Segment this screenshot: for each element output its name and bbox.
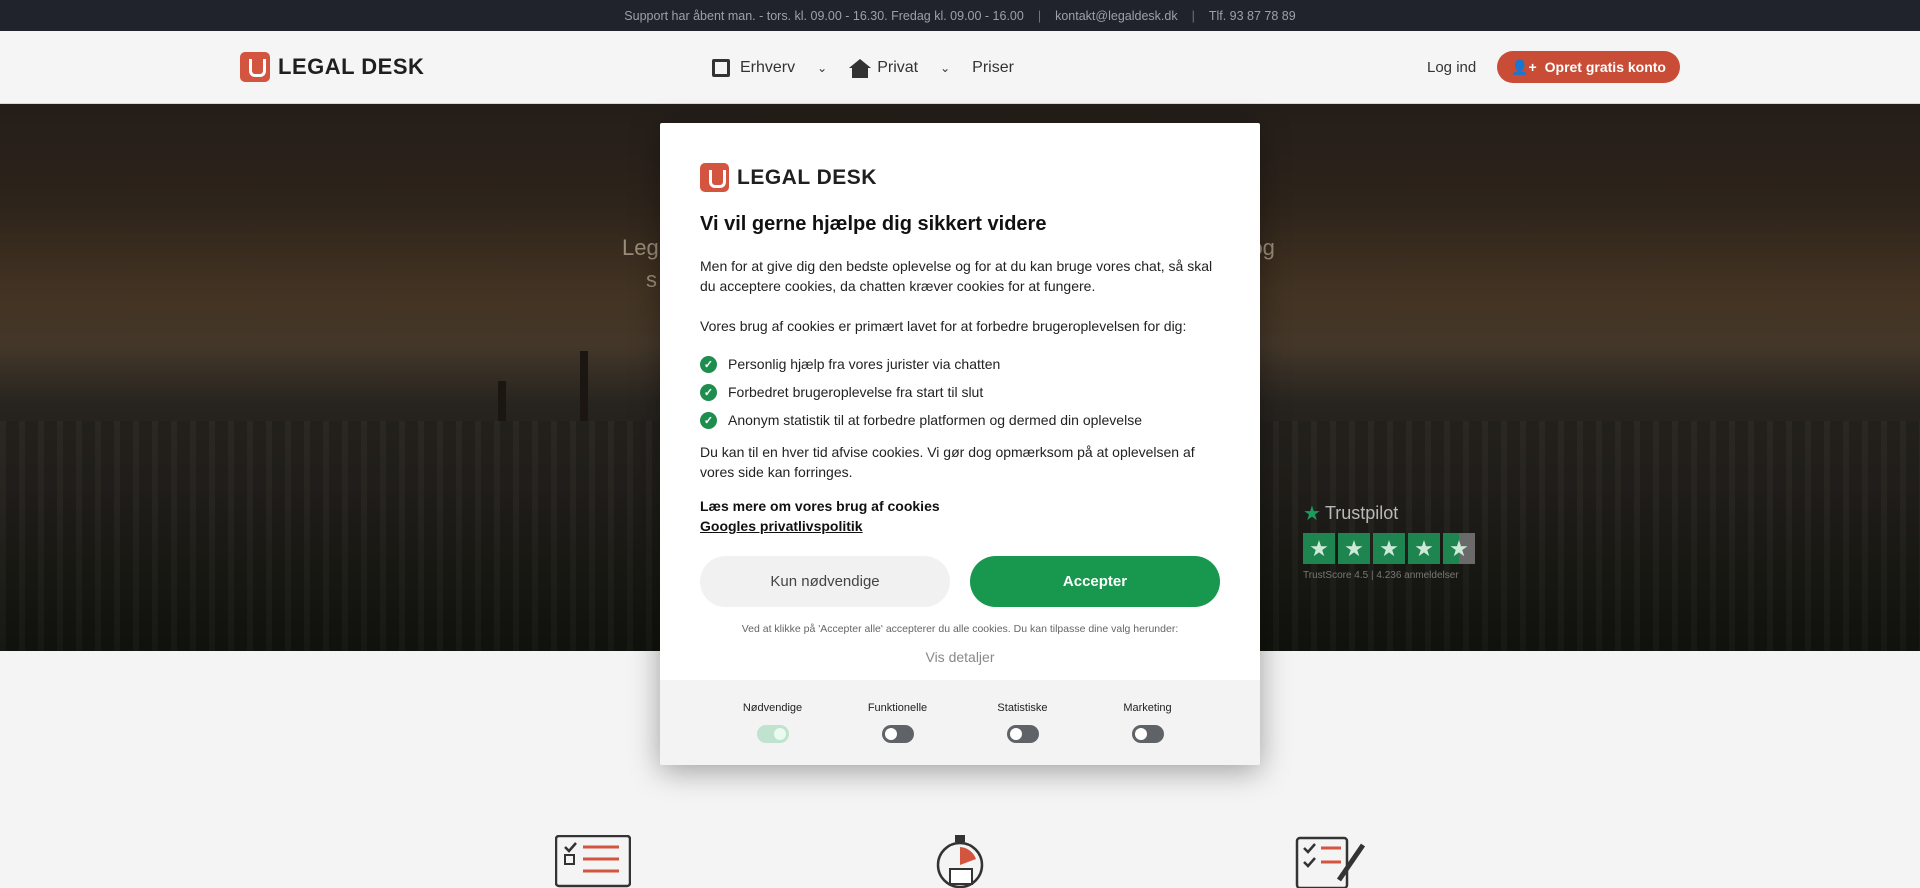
category-label: Funktionelle [867,702,928,714]
cookie-policy-link[interactable]: Læs mere om vores brug af cookies [700,498,940,514]
check-circle-icon: ✓ [700,383,717,401]
benefits-list: ✓ Personlig hjælp fra vores jurister via… [700,350,1142,434]
benefit-text: Personlig hjælp fra vores jurister via c… [728,356,1001,372]
dialog-title: Vi vil gerne hjælpe dig sikkert videre [700,213,1047,235]
support-hours: Support har åbent man. - tors. kl. 09.00… [624,8,1024,23]
necessary-toggle [756,725,789,743]
category-marketing: Marketing [1093,680,1203,765]
decline-note: Du kan til en hver tid afvise cookies. V… [700,444,1195,480]
divider: | [1191,8,1195,23]
support-phone-link[interactable]: Tlf. 93 87 78 89 [1209,9,1296,23]
intro-text: Men for at give dig den bedste oplevelse… [700,258,1213,294]
check-circle-icon: ✓ [700,411,717,429]
check-circle-icon: ✓ [700,355,717,373]
list-item: ✓ Forbedret brugeroplevelse fra start ti… [700,378,1142,406]
functional-toggle[interactable] [881,725,914,743]
category-label: Nødvendige [742,702,803,714]
benefit-text: Anonym statistik til at forbedre platfor… [728,412,1142,428]
legal-desk-logo-icon [700,163,729,192]
necessary-only-button[interactable]: Kun nødvendige [700,556,950,607]
list-item: ✓ Anonym statistik til at forbedre platf… [700,406,1142,434]
dialog-logo: LEGAL DESK [700,163,877,192]
purpose-text: Vores brug af cookies er primært lavet f… [700,318,1187,334]
accept-button[interactable]: Accepter [970,556,1220,607]
category-label: Statistiske [997,702,1048,714]
logo-text: LEGAL DESK [737,165,877,189]
show-details-link[interactable]: Vis detaljer [660,649,1260,665]
support-bar: Support har åbent man. - tors. kl. 09.00… [0,0,1920,31]
category-label: Marketing [1123,702,1172,714]
divider: | [1037,8,1042,23]
category-functional: Funktionelle [843,680,953,765]
marketing-toggle[interactable] [1131,725,1164,743]
cookie-category-toggles: Nødvendige Funktionelle Statistiske Mark… [660,680,1260,765]
category-statistics: Statistiske [968,680,1078,765]
consent-note: Ved at klikke på 'Accepter alle' accepte… [741,623,1179,635]
category-necessary: Nødvendige [718,680,828,765]
support-email-link[interactable]: kontakt@legaldesk.dk [1055,9,1177,23]
list-item: ✓ Personlig hjælp fra vores jurister via… [700,350,1142,378]
statistics-toggle[interactable] [1006,725,1039,743]
cookie-consent-dialog: LEGAL DESK Vi vil gerne hjælpe dig sikke… [660,123,1260,765]
google-privacy-link[interactable]: Googles privatlivspolitik [700,518,863,534]
benefit-text: Forbedret brugeroplevelse fra start til … [728,384,984,400]
